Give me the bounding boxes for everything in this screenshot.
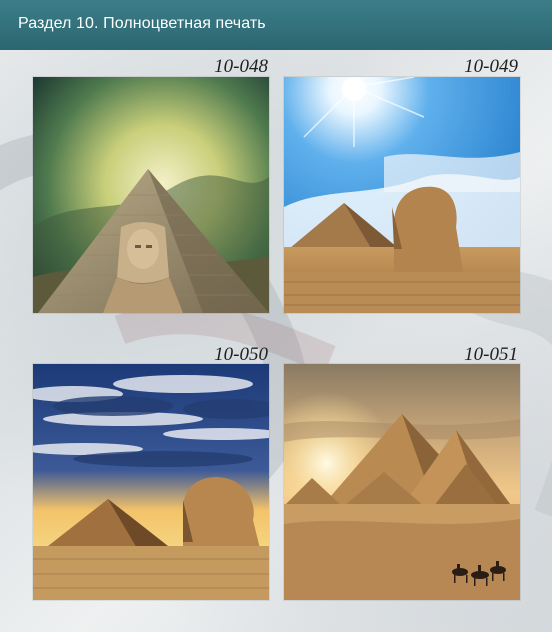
item-code: 10-048 [214,56,268,77]
section-header: Раздел 10. Полноцветная печать [0,0,552,50]
item-code: 10-051 [464,344,518,365]
catalog-image[interactable] [33,364,269,600]
item-code: 10-050 [214,344,268,365]
item-code: 10-049 [464,56,518,77]
catalog-image[interactable] [33,77,269,313]
catalog-image[interactable] [284,364,520,600]
section-title: Раздел 10. Полноцветная печать [18,15,266,32]
catalog-image[interactable] [284,77,520,313]
